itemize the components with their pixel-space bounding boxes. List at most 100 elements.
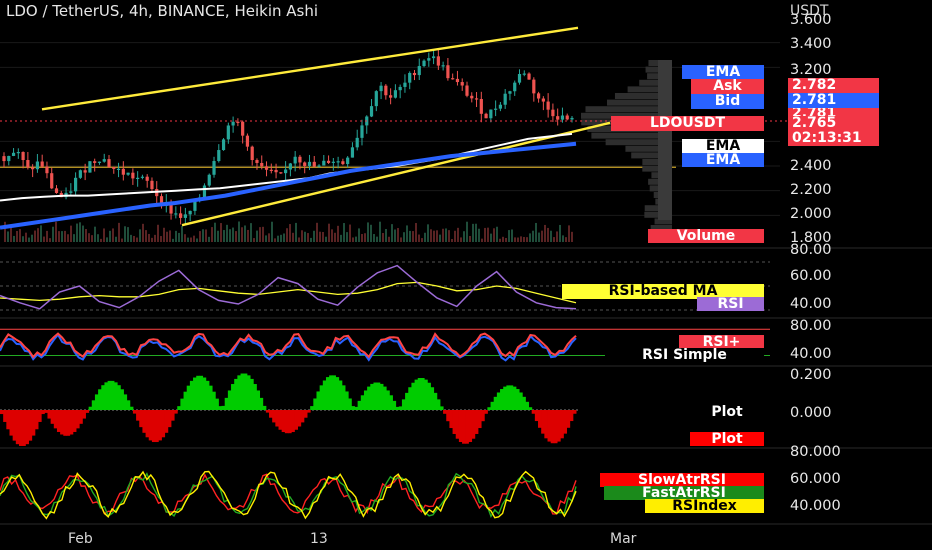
osc-bar-positive [250, 378, 254, 410]
candle-body [7, 155, 11, 162]
volume-bar [124, 226, 126, 242]
candle-body [436, 56, 440, 66]
osc-bar-positive [506, 385, 511, 410]
volume-bar [70, 225, 72, 242]
bid-tag: Bid [691, 94, 764, 109]
volume-bar [319, 231, 321, 242]
volume-bar [346, 232, 348, 242]
osc-bar-negative [53, 410, 58, 429]
candle-body [303, 162, 307, 166]
osc-bar-negative [471, 410, 476, 439]
osc-bar-negative [56, 410, 61, 432]
volume-bar [529, 233, 531, 242]
volume-bar [391, 224, 393, 242]
candle-body [451, 78, 455, 80]
candle-body [560, 115, 565, 120]
volume-profile-edge [658, 60, 672, 220]
time-label-mar: Mar [610, 531, 637, 547]
volume-bar [460, 237, 462, 242]
candle-body [465, 85, 469, 96]
candle-body [331, 161, 335, 163]
osc-bar-negative [547, 410, 552, 442]
osc-bar-negative [167, 410, 172, 428]
volume-bar [547, 227, 549, 242]
candle-body [136, 177, 140, 180]
candle-body [264, 166, 269, 170]
candle-body [417, 66, 421, 76]
chart-title: LDO / TetherUS, 4h, BINANCE, Heikin Ashi [6, 2, 319, 20]
volume-bar [22, 236, 24, 242]
osc-bar-positive [528, 407, 533, 410]
volume-bar [163, 227, 165, 242]
volume-bar [172, 238, 174, 242]
osc-bar-positive [231, 384, 235, 410]
volume-bar [13, 235, 15, 242]
volume-bar [418, 234, 420, 242]
candle-body [107, 159, 111, 168]
volume-bar [235, 231, 237, 242]
candle-body [45, 166, 49, 174]
osc-bar-positive [262, 405, 267, 410]
volume-bar [115, 236, 117, 242]
volume-bar [166, 231, 168, 242]
osc-bar-negative [0, 410, 4, 415]
volume-bar [361, 234, 363, 242]
candle-body [241, 121, 245, 136]
volume-bar [304, 231, 306, 242]
atr-tick-40: 40.000 [790, 498, 841, 514]
candle-body [556, 116, 560, 120]
volume-bar [271, 221, 273, 242]
osc-bar-positive [310, 406, 314, 410]
volume-bar [472, 223, 474, 242]
osc-bar-negative [139, 410, 143, 428]
volume-bar [340, 234, 342, 242]
candle-body [183, 214, 187, 218]
osc-bar-negative [22, 410, 26, 446]
osc-bar-positive [120, 389, 124, 410]
osc-bar-positive [512, 386, 517, 410]
candle-body [379, 85, 383, 92]
volume-bar [541, 230, 543, 242]
volume-bar [187, 237, 189, 242]
osc-bar-negative [560, 410, 564, 439]
volume-bar [106, 237, 108, 242]
candle-body [236, 121, 240, 123]
volume-bar [97, 234, 99, 242]
time-label-13: 13 [310, 531, 328, 547]
osc-bar-negative [170, 410, 175, 421]
volume-bar [412, 231, 414, 242]
osc-bar-positive [341, 385, 346, 410]
volume-bar [463, 231, 465, 242]
volume-bar [184, 234, 186, 242]
osc-bar-positive [386, 390, 390, 410]
volume-bar [295, 222, 297, 242]
osc-bar-negative [148, 410, 153, 441]
osc-bar-negative [297, 410, 302, 427]
volume-bar [493, 228, 495, 242]
osc-bar-positive [436, 399, 441, 410]
volume-bar [385, 228, 387, 242]
candle-body [570, 117, 574, 120]
osc-bar-positive [525, 401, 530, 410]
volume-bar [376, 236, 378, 242]
candle-body [207, 174, 211, 186]
osc-bar-negative [50, 410, 55, 424]
volume-bar [7, 231, 9, 242]
osc-bar-positive [370, 383, 374, 410]
osc-bar-negative [9, 410, 14, 436]
osc-bar-negative [452, 410, 457, 434]
volume-bar [103, 228, 105, 242]
volume-bar [526, 237, 528, 242]
candle-body [393, 90, 397, 98]
volume-bar [568, 225, 570, 242]
candle-body [21, 152, 25, 161]
candle-body [121, 168, 125, 175]
candle-body [498, 104, 503, 109]
volume-bar [100, 238, 102, 242]
osc-bar-positive [496, 392, 501, 410]
osc-bar-positive [519, 392, 523, 410]
osc-bar-negative [60, 410, 64, 435]
candle-body [546, 101, 550, 110]
volume-bar [499, 238, 501, 242]
volume-bar [469, 235, 471, 242]
